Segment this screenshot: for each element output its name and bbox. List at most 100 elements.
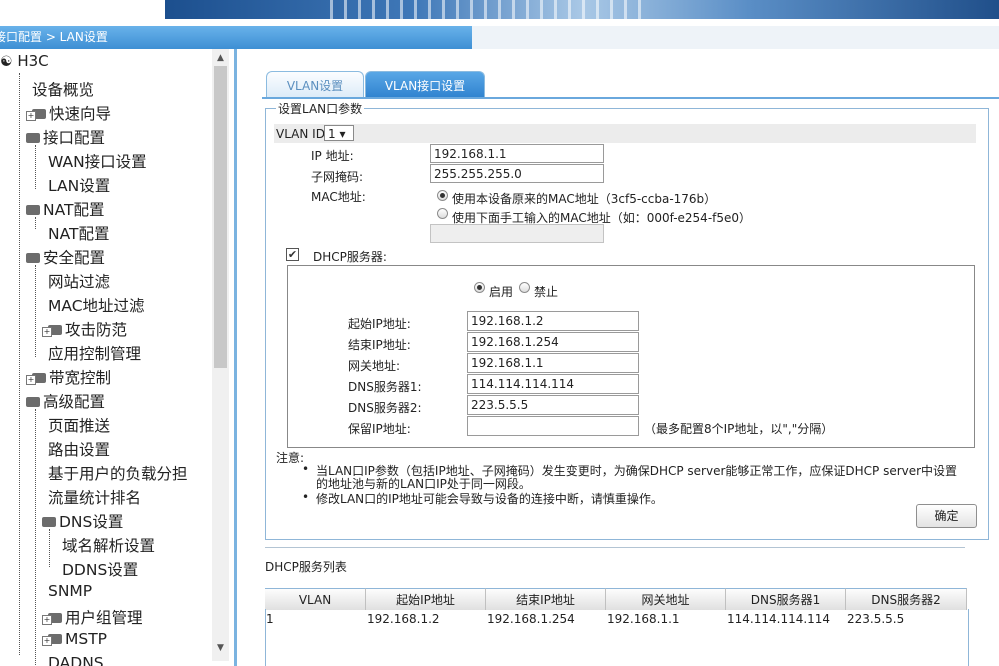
dns1-input[interactable]: 114.114.114.114 — [467, 374, 639, 394]
sidebar-item[interactable]: DADNS — [48, 654, 104, 666]
mask-label: 子网掩码: — [311, 170, 364, 184]
sidebar-item[interactable]: + 带宽控制 — [26, 366, 111, 388]
sidebar-item[interactable]: 接口配置 — [26, 126, 105, 148]
sidebar-item[interactable]: DNS设置 — [42, 510, 123, 532]
sidebar-item[interactable]: NAT配置 — [48, 222, 109, 244]
sidebar-item[interactable]: SNMP — [48, 582, 92, 600]
sidebar-item-label: 带宽控制 — [49, 369, 112, 387]
sidebar-item[interactable]: 高级配置 — [26, 390, 105, 412]
tab-vlan-interface[interactable]: VLAN接口设置 — [365, 71, 485, 98]
lan-params-legend: 设置LAN口参数 — [276, 100, 365, 117]
sidebar-item[interactable]: 网站过滤 — [48, 270, 110, 292]
column-header: 网关地址 — [606, 588, 726, 610]
note-bullet: • — [302, 490, 310, 504]
sidebar-item-label: 网站过滤 — [48, 273, 111, 291]
sidebar-item[interactable]: NAT配置 — [26, 198, 104, 220]
breadcrumb: 接口配置 > LAN设置 — [0, 26, 472, 49]
vlan-id-select[interactable]: 1 ▾ — [324, 125, 354, 141]
sidebar-item[interactable]: + 攻击防范 — [42, 318, 127, 340]
expand-icon[interactable]: + — [26, 375, 36, 385]
dns2-label: DNS服务器2: — [348, 401, 422, 415]
dhcp-checkbox[interactable]: ✔ — [286, 248, 299, 261]
sidebar-item[interactable]: LAN设置 — [48, 174, 110, 196]
mac-manual-radio[interactable] — [437, 208, 448, 219]
start-ip-input[interactable]: 192.168.1.2 — [467, 311, 639, 331]
mac-manual-input[interactable] — [430, 224, 604, 243]
sidebar-item[interactable]: 应用控制管理 — [48, 342, 141, 364]
gateway-label: 网关地址: — [348, 359, 401, 373]
expand-icon[interactable]: + — [42, 327, 52, 337]
gateway-input[interactable]: 192.168.1.1 — [467, 353, 639, 373]
vlan-id-label: VLAN ID — [276, 127, 325, 141]
sidebar-item[interactable]: DDNS设置 — [62, 558, 138, 580]
sidebar-item[interactable]: + MSTP — [42, 630, 107, 648]
tree-guide — [35, 145, 36, 189]
subnet-mask-input[interactable]: 255.255.255.0 — [430, 164, 604, 183]
ip-label: IP 地址: — [311, 149, 354, 163]
folder-icon — [26, 253, 40, 263]
dhcp-list-title: DHCP服务列表 — [265, 560, 347, 574]
sidebar-item-label: DNS设置 — [59, 513, 124, 531]
tab-label: VLAN设置 — [286, 79, 344, 93]
sidebar-item-label: SNMP — [48, 582, 93, 600]
sidebar-item-label: 用户组管理 — [65, 609, 143, 627]
sidebar-item-label: MAC地址过滤 — [48, 297, 145, 315]
scroll-up-icon[interactable]: ▲ — [214, 53, 227, 65]
sidebar-item[interactable]: 安全配置 — [26, 246, 105, 268]
folder-icon — [26, 205, 40, 215]
dns2-input[interactable]: 223.5.5.5 — [467, 395, 639, 415]
nav-tree: ☯ H3C 设备概览 + 快速向导 接口配置 WAN接口设置 LAN设置 NAT配置 NAT配… — [0, 49, 232, 666]
sidebar-item[interactable]: MAC地址过滤 — [48, 294, 145, 316]
sidebar-item[interactable]: WAN接口设置 — [48, 150, 147, 172]
dhcp-enable-label: 启用 — [489, 285, 514, 299]
end-ip-label: 结束IP地址: — [348, 338, 411, 352]
notes-title: 注意: — [276, 451, 305, 465]
sidebar-item[interactable]: 基于用户的负载分担 — [48, 462, 188, 484]
mac-original-radio[interactable] — [437, 190, 448, 201]
breadcrumb-text: 接口配置 > LAN设置 — [0, 30, 108, 44]
users-icon: ☯ — [0, 54, 13, 70]
sidebar-item-label: DDNS设置 — [62, 561, 139, 579]
sidebar-item-label: DADNS — [48, 654, 104, 666]
tree-root[interactable]: ☯ H3C — [0, 52, 49, 70]
sidebar-item[interactable]: + 快速向导 — [26, 102, 111, 124]
sidebar-item-label: MSTP — [65, 630, 108, 648]
sidebar-item-label: 基于用户的负载分担 — [48, 465, 188, 483]
scroll-thumb[interactable] — [214, 66, 227, 368]
tab-underline — [262, 97, 999, 99]
sidebar-item[interactable]: 页面推送 — [48, 414, 110, 436]
sidebar-item[interactable]: 路由设置 — [48, 438, 110, 460]
dhcp-disable-label: 禁止 — [534, 285, 559, 299]
note-bullet: • — [302, 462, 310, 476]
sidebar-item-label: 设备概览 — [32, 81, 95, 99]
tree-guide — [35, 265, 36, 357]
dhcp-label: DHCP服务器: — [313, 250, 387, 264]
scroll-down-icon[interactable]: ▼ — [214, 643, 227, 655]
column-header: 起始IP地址 — [366, 588, 486, 610]
ok-button[interactable]: 确定 — [916, 504, 977, 528]
expand-icon[interactable]: + — [42, 636, 52, 646]
ip-address-input[interactable]: 192.168.1.1 — [430, 144, 604, 163]
expand-icon[interactable]: + — [42, 615, 52, 625]
reserved-ip-input[interactable] — [467, 416, 639, 436]
sidebar-item[interactable]: + 用户组管理 — [42, 606, 143, 628]
tab-label: VLAN接口设置 — [384, 79, 466, 93]
sidebar-item[interactable]: 设备概览 — [32, 78, 94, 100]
mac-original-label: 使用本设备原来的MAC地址（3cf5-ccba-176b） — [452, 192, 717, 206]
column-header: 结束IP地址 — [486, 588, 606, 610]
tab-vlan-settings[interactable]: VLAN设置 — [266, 71, 364, 98]
end-ip-input[interactable]: 192.168.1.254 — [467, 332, 639, 352]
folder-icon — [26, 133, 40, 143]
sidebar-item[interactable]: 流量统计排名 — [48, 486, 141, 508]
sidebar-item-label: 流量统计排名 — [48, 489, 142, 507]
dhcp-disable-radio[interactable] — [519, 282, 530, 293]
sidebar-item-label: 应用控制管理 — [48, 345, 142, 363]
sidebar-item[interactable]: 域名解析设置 — [62, 534, 155, 556]
expand-icon[interactable]: + — [26, 111, 36, 121]
dhcp-enable-radio[interactable] — [474, 282, 485, 293]
folder-icon — [42, 517, 56, 527]
sidebar-item-label: NAT配置 — [48, 225, 110, 243]
table-cell: 223.5.5.5 — [847, 612, 905, 626]
folder-icon — [26, 397, 40, 407]
start-ip-label: 起始IP地址: — [348, 317, 411, 331]
